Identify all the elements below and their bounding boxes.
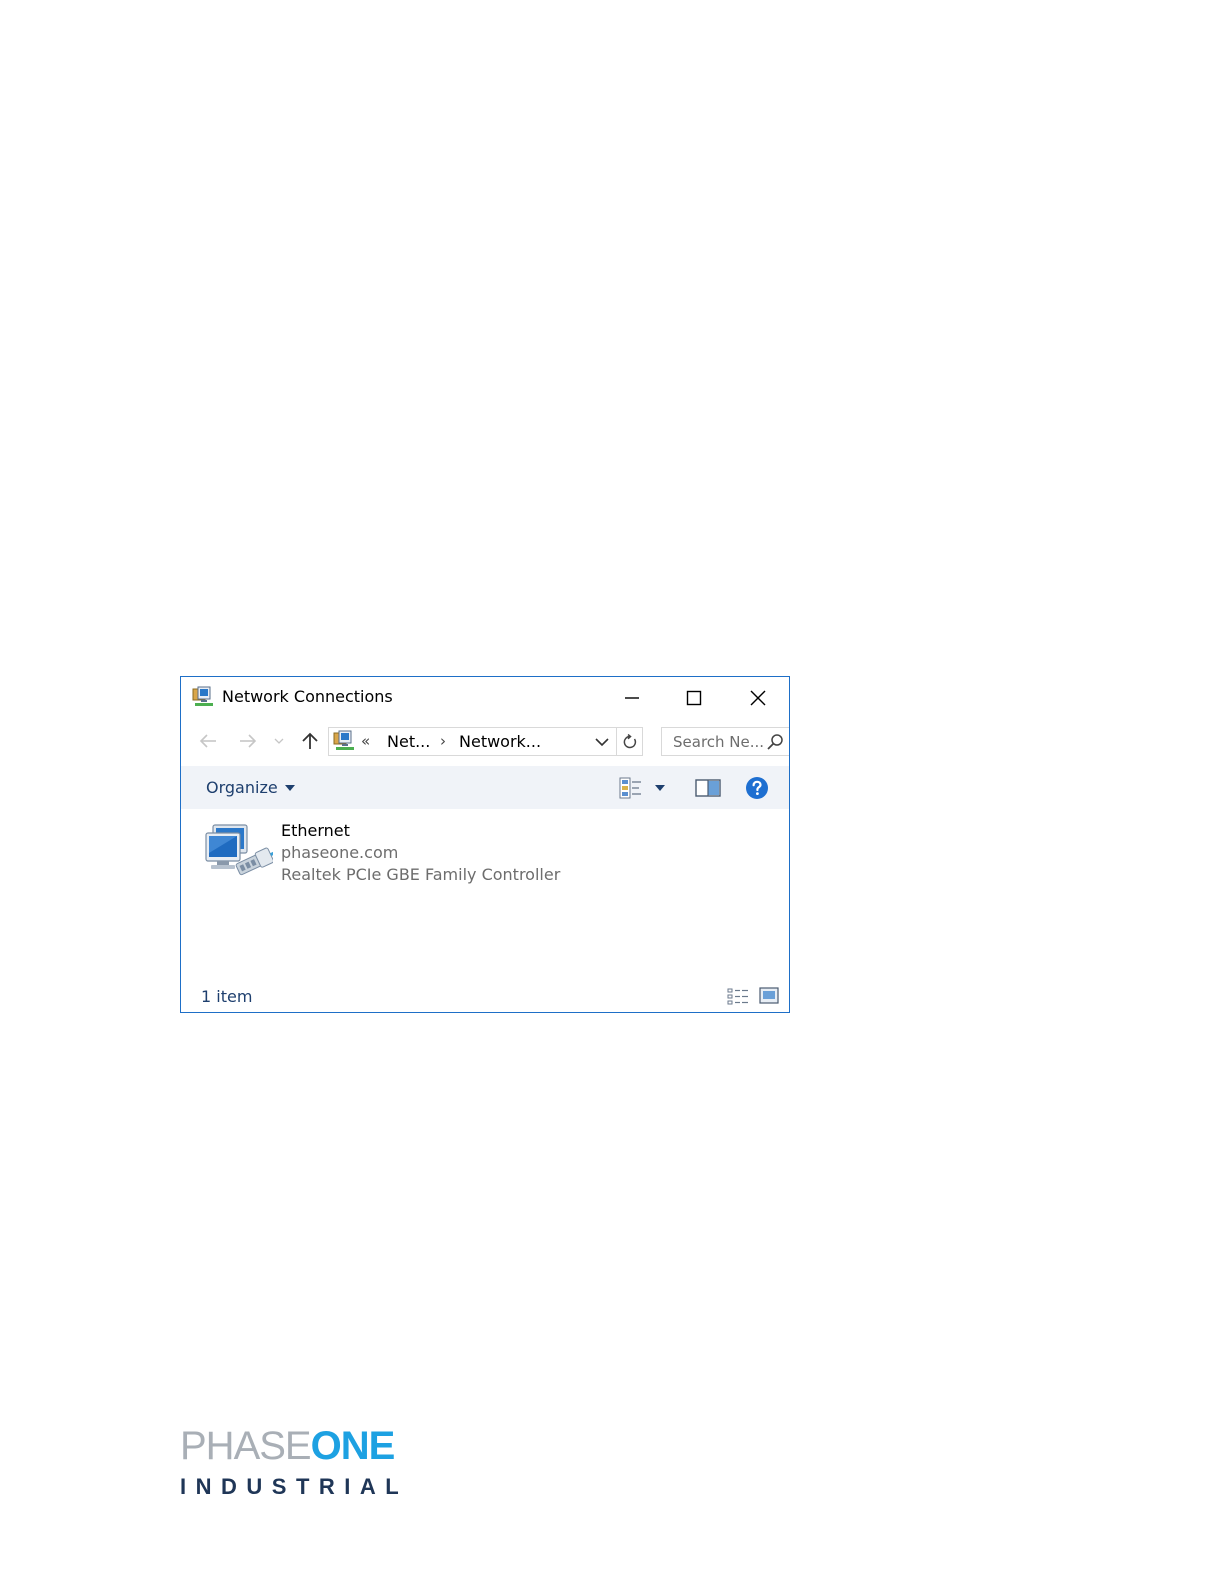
search-input[interactable]: Search Ne... xyxy=(673,733,764,751)
maximize-button[interactable] xyxy=(665,677,723,719)
list-item-ethernet[interactable]: Ethernet phaseone.com Realtek PCIe GBE F… xyxy=(203,817,563,887)
breadcrumb-item-network-connections[interactable]: Network... xyxy=(459,732,541,751)
details-view-icon[interactable] xyxy=(727,987,749,1005)
item-count: 1 item xyxy=(201,987,253,1006)
organize-button[interactable]: Organize xyxy=(206,778,295,797)
preview-pane-icon[interactable] xyxy=(695,777,721,799)
maximize-icon xyxy=(686,690,702,706)
search-icon[interactable] xyxy=(766,733,784,751)
large-icons-view-icon[interactable] xyxy=(759,987,779,1004)
command-bar: Organize xyxy=(181,766,789,809)
search-box[interactable]: Search Ne... xyxy=(661,727,789,756)
network-connections-icon xyxy=(192,686,213,706)
item-network: phaseone.com xyxy=(281,843,399,862)
refresh-icon xyxy=(623,733,636,748)
status-bar: 1 item xyxy=(181,979,789,1012)
chevron-down-icon[interactable] xyxy=(593,733,611,751)
address-bar[interactable]: « Net... › Network... xyxy=(328,727,642,756)
organize-label: Organize xyxy=(206,778,278,797)
change-view-icon[interactable] xyxy=(619,777,643,799)
arrow-right-icon xyxy=(240,734,257,748)
logo-industrial: INDUSTRIAL xyxy=(180,1474,409,1499)
arrow-left-icon xyxy=(199,734,216,748)
arrow-up-icon xyxy=(302,732,318,749)
file-list: Ethernet phaseone.com Realtek PCIe GBE F… xyxy=(181,809,789,979)
close-button[interactable] xyxy=(729,677,787,719)
up-button[interactable] xyxy=(297,728,323,754)
navigation-bar: « Net... › Network... Search Ne... xyxy=(181,721,789,761)
caret-down-icon xyxy=(284,784,295,791)
chevron-down-icon xyxy=(274,738,284,744)
phase-one-industrial-logo: PHASEONE INDUSTRIAL xyxy=(180,1426,420,1506)
close-icon xyxy=(750,690,766,706)
view-options-dropdown-icon[interactable] xyxy=(655,785,665,791)
network-connections-icon xyxy=(333,730,354,750)
item-device: Realtek PCIe GBE Family Controller xyxy=(281,865,561,884)
logo-phase: PHASE xyxy=(180,1424,312,1468)
logo-one: ONE xyxy=(310,1424,396,1468)
window-title: Network Connections xyxy=(222,687,393,706)
minimize-icon xyxy=(625,697,639,699)
network-connections-window: Network Connections « Net... › Network..… xyxy=(180,676,790,1013)
breadcrumb-item-network[interactable]: Net... xyxy=(387,732,430,751)
refresh-button[interactable] xyxy=(616,727,643,756)
breadcrumb-separator[interactable]: › xyxy=(440,732,446,750)
item-name: Ethernet xyxy=(281,821,350,840)
logo-wordmark: PHASEONE xyxy=(180,1424,396,1468)
help-icon[interactable] xyxy=(745,776,769,800)
ethernet-adapter-icon xyxy=(205,824,273,876)
recent-locations-button[interactable] xyxy=(271,728,287,754)
minimize-button[interactable] xyxy=(603,677,661,719)
breadcrumb-overflow[interactable]: « xyxy=(361,732,370,750)
back-button[interactable] xyxy=(195,728,221,754)
forward-button[interactable] xyxy=(235,728,261,754)
title-bar[interactable]: Network Connections xyxy=(181,677,789,719)
